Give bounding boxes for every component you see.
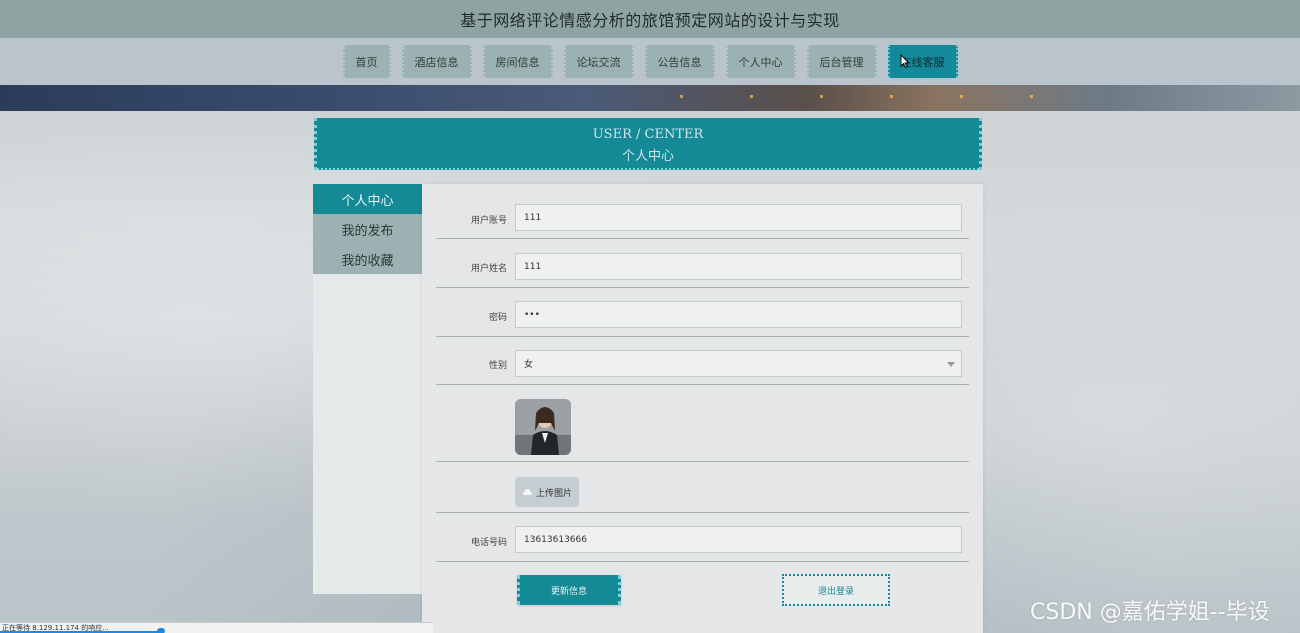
nav-forum[interactable]: 论坛交流 xyxy=(563,45,634,78)
upload-image-button[interactable]: 上传图片 xyxy=(515,477,579,507)
password-input[interactable]: ••• xyxy=(515,301,962,328)
banner-lights xyxy=(640,95,1080,98)
upload-label: 上传图片 xyxy=(535,488,572,499)
nav-hotel-info[interactable]: 酒店信息 xyxy=(401,45,472,78)
gender-label: 性别 xyxy=(488,361,507,371)
nav-home[interactable]: 首页 xyxy=(342,45,391,78)
profile-form: 用户账号 111 用户姓名 111 密码 ••• 性别 女 上传图片 电话号码 … xyxy=(422,184,983,633)
chevron-down-icon xyxy=(947,362,955,367)
sidebar-item-my-favorites[interactable]: 我的收藏 xyxy=(313,244,422,274)
gender-value: 女 xyxy=(524,360,534,370)
section-header-cn: 个人中心 xyxy=(621,149,674,164)
avatar-image xyxy=(515,399,571,455)
phone-input[interactable]: 13613613666 xyxy=(515,526,962,553)
form-row-phone: 电话号码 13613613666 xyxy=(436,513,969,562)
sidebar-item-user-center[interactable]: 个人中心 xyxy=(313,184,422,214)
form-row-upload: 上传图片 xyxy=(436,462,969,513)
cloud-upload-icon xyxy=(522,488,533,496)
account-label: 用户账号 xyxy=(470,216,507,226)
form-row-account: 用户账号 111 xyxy=(436,200,969,239)
name-label: 用户姓名 xyxy=(470,264,507,274)
section-header-en: USER / CENTER xyxy=(592,127,704,142)
site-title: 基于网络评论情感分析的旅馆预定网站的设计与实现 xyxy=(460,11,840,30)
gender-select[interactable]: 女 xyxy=(515,350,962,377)
account-input[interactable]: 111 xyxy=(515,204,962,231)
mouse-cursor-icon xyxy=(900,54,910,68)
phone-label: 电话号码 xyxy=(470,538,507,548)
form-row-name: 用户姓名 111 xyxy=(436,239,969,288)
section-header: USER / CENTER 个人中心 xyxy=(314,118,982,170)
logout-button[interactable]: 退出登录 xyxy=(782,574,890,606)
nav-user-center[interactable]: 个人中心 xyxy=(725,45,796,78)
user-sidebar: 个人中心 我的发布 我的收藏 xyxy=(313,184,422,594)
sidebar-item-my-posts[interactable]: 我的发布 xyxy=(313,214,422,244)
avatar-portrait xyxy=(515,399,571,455)
password-label: 密码 xyxy=(488,313,507,323)
nav-admin[interactable]: 后台管理 xyxy=(806,45,877,78)
form-row-gender: 性别 女 xyxy=(436,337,969,385)
nav-announcements[interactable]: 公告信息 xyxy=(644,45,715,78)
name-input[interactable]: 111 xyxy=(515,253,962,280)
form-row-avatar xyxy=(436,385,969,462)
nav-room-info[interactable]: 房间信息 xyxy=(482,45,553,78)
banner-image xyxy=(0,85,1300,111)
update-info-button[interactable]: 更新信息 xyxy=(517,575,621,605)
main-nav: 首页 酒店信息 房间信息 论坛交流 公告信息 个人中心 后台管理 在线客服 xyxy=(0,38,1300,85)
loading-progress-indicator xyxy=(157,628,165,633)
csdn-watermark: CSDN @嘉佑学姐--毕设 xyxy=(1030,600,1270,625)
nav-online-service[interactable]: 在线客服 xyxy=(887,45,958,78)
site-title-bar: 基于网络评论情感分析的旅馆预定网站的设计与实现 xyxy=(0,0,1300,38)
form-row-password: 密码 ••• xyxy=(436,288,969,337)
